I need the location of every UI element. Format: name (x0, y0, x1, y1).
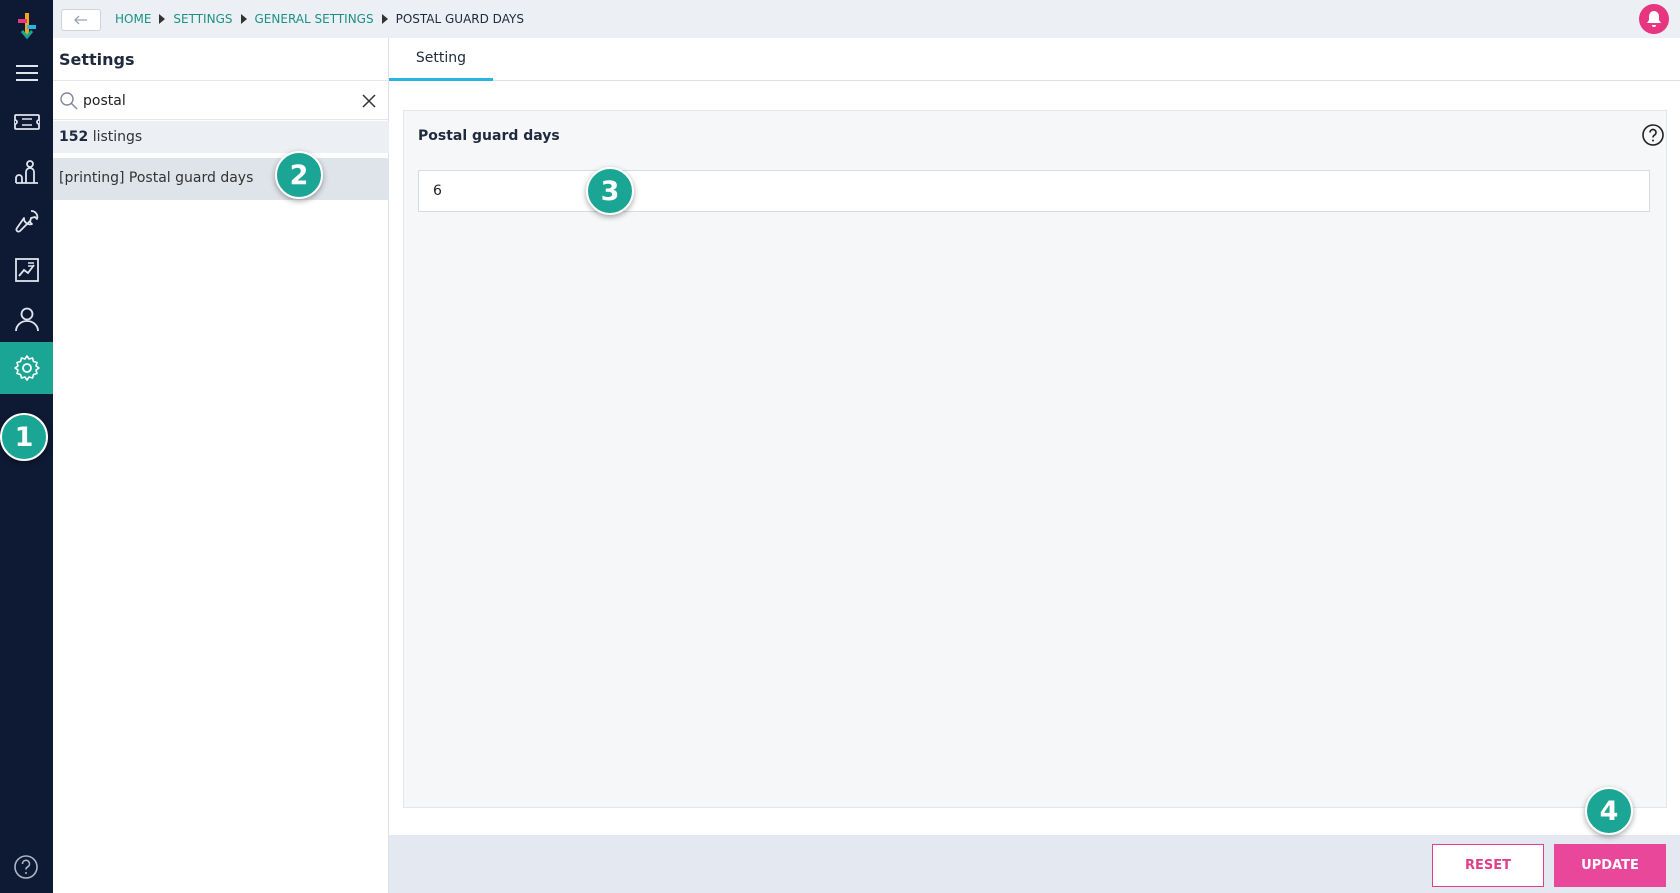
search-icon (60, 92, 78, 110)
listings-number: 152 (59, 129, 89, 145)
gear-icon (13, 355, 40, 381)
bell-icon (1647, 11, 1661, 27)
reset-button[interactable]: RESET (1432, 844, 1544, 887)
breadcrumb-separator-icon (240, 14, 247, 24)
step-marker-2: 2 (275, 151, 323, 199)
panel-title: Settings (59, 50, 135, 69)
settings-panel: Settings 152 listings [printing] Postal … (53, 38, 389, 893)
main-content: Setting Postal guard days RESET UPDATE (389, 38, 1680, 893)
people-icon (14, 160, 38, 184)
arrow-left-icon (74, 15, 87, 25)
tab-bar: Setting (389, 38, 1680, 81)
question-icon[interactable] (1641, 123, 1665, 147)
menu-button[interactable] (0, 47, 53, 99)
list-item[interactable]: [printing] Postal guard days (53, 158, 389, 200)
breadcrumb: HOME SETTINGS GENERAL SETTINGS POSTAL GU… (115, 12, 524, 26)
nav-tickets[interactable] (0, 96, 53, 148)
report-icon (14, 258, 39, 282)
listings-label: listings (92, 129, 143, 145)
ticket-icon (13, 114, 40, 130)
nav-settings[interactable] (0, 342, 53, 394)
breadcrumb-current: POSTAL GUARD DAYS (395, 12, 524, 26)
search-input[interactable] (83, 87, 343, 115)
hamburger-icon (15, 65, 38, 81)
breadcrumb-separator-icon (159, 14, 166, 24)
nav-tools[interactable] (0, 195, 53, 247)
nav-reports[interactable] (0, 244, 53, 296)
breadcrumb-general-settings[interactable]: GENERAL SETTINGS (255, 12, 374, 26)
field-label: Postal guard days (418, 128, 560, 144)
action-footer: RESET UPDATE (389, 835, 1680, 893)
step-marker-1: 1 (0, 413, 48, 461)
breadcrumb-home[interactable]: HOME (115, 12, 151, 26)
breadcrumb-separator-icon (381, 14, 388, 24)
breadcrumb-settings[interactable]: SETTINGS (173, 12, 232, 26)
search-bar (53, 80, 389, 120)
user-icon (14, 307, 39, 332)
step-marker-4: 4 (1585, 787, 1633, 835)
update-button[interactable]: UPDATE (1554, 844, 1666, 887)
listings-count: 152 listings (53, 121, 389, 153)
notifications-button[interactable] (1639, 4, 1669, 34)
wrench-icon (15, 210, 38, 233)
setting-card: Postal guard days (403, 110, 1667, 808)
tab-setting[interactable]: Setting (389, 38, 493, 81)
help-circle-icon[interactable] (12, 853, 40, 881)
top-bar: HOME SETTINGS GENERAL SETTINGS POSTAL GU… (53, 0, 1680, 38)
close-icon[interactable] (361, 93, 377, 109)
step-marker-3: 3 (586, 167, 634, 215)
back-button[interactable] (61, 9, 101, 31)
nav-users[interactable] (0, 293, 53, 345)
app-logo-icon[interactable] (14, 11, 40, 39)
nav-visitors[interactable] (0, 146, 53, 198)
